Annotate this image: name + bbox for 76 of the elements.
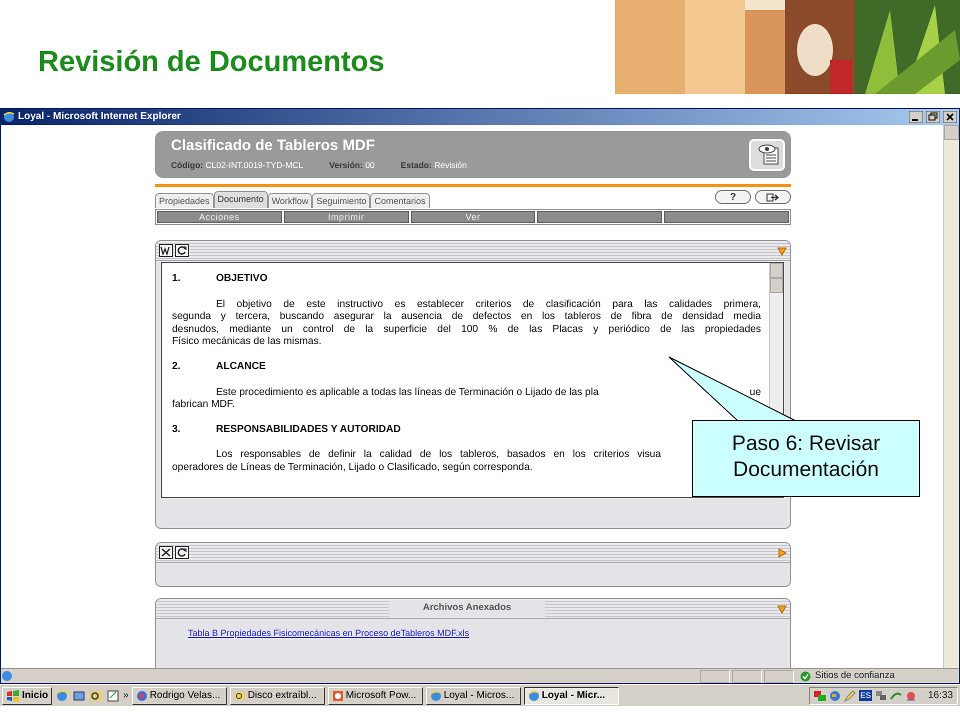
collapse-arrow-icon[interactable] <box>777 604 787 614</box>
minimize-icon[interactable] <box>909 111 923 123</box>
section-heading: OBJETIVO <box>216 273 268 286</box>
text-line: Físico mecánicas de las mismas. <box>172 336 322 349</box>
collapse-arrow-icon[interactable] <box>777 246 787 256</box>
field-value: CL02-INT.0019-TYD-MCL <box>205 160 304 170</box>
folder-icon <box>234 690 246 702</box>
tab[interactable]: Seguimiento <box>312 193 370 208</box>
word-icon[interactable] <box>159 244 173 257</box>
status-panel <box>764 670 794 682</box>
exit-button[interactable] <box>755 190 791 204</box>
ie-icon <box>528 690 540 702</box>
view-document-button[interactable] <box>749 138 785 170</box>
refresh-icon[interactable] <box>175 546 189 559</box>
exit-icon <box>766 192 780 202</box>
text-line: El objetivo de este instructivo es establecer criterios de clasificación para las calidades primera, <box>215 298 761 312</box>
section-number: 2. <box>172 360 182 374</box>
restore-icon[interactable] <box>926 111 940 123</box>
presentation-icon <box>332 690 344 702</box>
field-label: Estado: <box>400 160 432 170</box>
ie-icon <box>3 111 15 123</box>
tab[interactable]: Documento <box>214 191 268 208</box>
ie-icon <box>430 690 442 702</box>
notepad-icon[interactable] <box>106 688 120 702</box>
network-icon[interactable] <box>814 690 826 702</box>
text-line: fabrican MDF. <box>172 399 236 412</box>
file-link[interactable]: Tabla B Propiedades Fisicomecánicas en Proceso deTableros MDF.xls <box>188 627 470 640</box>
windows-logo-icon <box>6 690 20 702</box>
tab[interactable]: Workflow <box>268 193 312 208</box>
status-panel <box>700 670 730 682</box>
section-number: 3. <box>172 424 182 436</box>
taskbar-button[interactable]: Loyal - Micros... <box>426 686 521 704</box>
ie-page-icon <box>1 670 13 682</box>
more-button[interactable]: » <box>123 688 129 703</box>
slide-title: Revisión de Documentos <box>38 45 384 80</box>
scrollbar[interactable] <box>943 125 959 668</box>
section-heading: ALCANCE <box>216 360 266 374</box>
help-button[interactable]: ? <box>715 190 751 204</box>
status-panel <box>732 670 762 682</box>
search-icon[interactable] <box>89 688 104 702</box>
cables-icon[interactable] <box>890 690 902 702</box>
field-value: Revisión <box>434 160 467 170</box>
tab[interactable]: Propiedades <box>155 193 214 208</box>
tab[interactable]: Comentarios <box>370 193 430 208</box>
text-line: Este procedimiento es aplicable a todas las líneas de Terminación o Lijado de las pla <box>216 386 599 400</box>
panel-title: Archivos Anexados <box>388 600 546 617</box>
taskbar-button[interactable]: Rodrigo Velas... <box>132 686 227 704</box>
start-button[interactable]: Inicio <box>2 686 52 704</box>
text-line: Los responsables de definir la calidad de los tableros, basados en los criterios visua <box>215 449 661 462</box>
expand-arrow-icon[interactable] <box>777 548 787 558</box>
window-title: Loyal - Microsoft Internet Explorer <box>18 111 181 123</box>
desktop-icon[interactable] <box>72 688 86 702</box>
refresh-icon[interactable] <box>175 244 189 257</box>
close-icon[interactable] <box>943 111 957 123</box>
document-title: Clasificado de Tableros MDF <box>171 137 376 156</box>
taskbar-button[interactable]: Loyal - Micr... <box>524 686 619 704</box>
section-number: 1. <box>172 273 182 286</box>
clock: 16:33 <box>928 689 953 703</box>
field-value: 00 <box>365 160 375 170</box>
text-line: desnudos, mediante un control de la superficie del 100 % de las Placas y periódico de las propiedades <box>172 324 761 336</box>
section-heading: RESPONSABILIDADES Y AUTORIDAD <box>216 424 401 436</box>
eye-document-icon <box>757 143 781 166</box>
check-icon <box>800 670 811 682</box>
language-indicator[interactable]: ES <box>859 690 872 701</box>
field-label: Versión: <box>329 160 363 170</box>
field-label: Código: <box>171 160 204 170</box>
zone-label: Sitios de confianza <box>815 668 895 683</box>
messenger-icon <box>136 690 148 702</box>
text-line: ue <box>750 386 761 400</box>
taskbar-button[interactable]: Microsoft Pow... <box>328 686 423 704</box>
tray-app-icon[interactable] <box>904 690 917 702</box>
globe-icon[interactable] <box>829 690 842 702</box>
taskbar-button[interactable]: Disco extraíbl... <box>230 686 325 704</box>
excel-icon[interactable] <box>159 546 173 559</box>
text-line: segunda y tercera, buscando asegurar la ausencia de defectos en los tableros de fibra de densidad media <box>172 311 761 324</box>
computers-icon[interactable] <box>874 690 887 702</box>
